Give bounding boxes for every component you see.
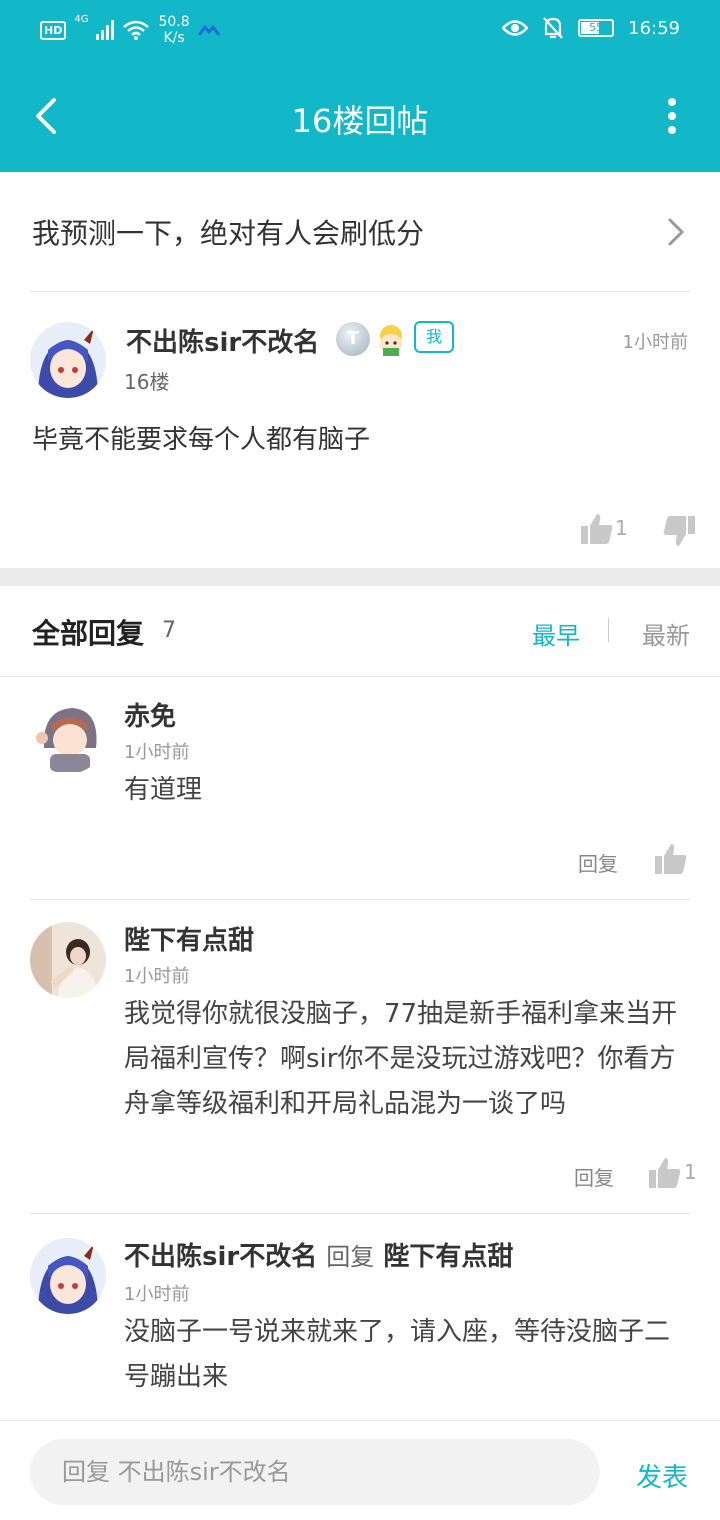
battery-icon: 55 bbox=[578, 19, 615, 37]
divider bbox=[30, 1213, 690, 1214]
reply-username-line: 不出陈sir不改名 回复 陛下有点甜 bbox=[124, 1236, 513, 1273]
replies-count: 7 bbox=[162, 618, 176, 643]
divider bbox=[30, 899, 690, 900]
chevron-right-icon bbox=[668, 218, 685, 246]
avatar-image bbox=[30, 322, 106, 398]
status-left: HD 4G 50.8 K/s bbox=[40, 14, 220, 46]
more-options-icon[interactable] bbox=[662, 96, 682, 136]
divider bbox=[30, 291, 690, 292]
thumbs-down-icon[interactable] bbox=[662, 514, 696, 548]
topic-title: 我预测一下，绝对有人会刷低分 bbox=[32, 217, 425, 250]
reply-username[interactable]: 赤免 bbox=[124, 696, 176, 733]
character-badge-icon bbox=[380, 325, 402, 356]
divider bbox=[0, 676, 720, 677]
avatar[interactable] bbox=[30, 322, 106, 398]
speed-value: 50.8 bbox=[158, 14, 190, 30]
sort-earliest-tab[interactable]: 最早 bbox=[532, 616, 580, 651]
avatar-image bbox=[30, 922, 106, 998]
app-header: 16楼回帖 bbox=[0, 62, 720, 172]
page-title: 16楼回帖 bbox=[291, 102, 429, 140]
avatar[interactable] bbox=[30, 922, 106, 998]
post-content: 毕竟不能要求每个人都有脑子 bbox=[32, 425, 371, 455]
reply-to-username[interactable]: 陛下有点甜 bbox=[383, 1242, 513, 1272]
mute-bell-icon bbox=[543, 17, 563, 39]
post-username[interactable]: 不出陈sir不改名 bbox=[126, 322, 319, 359]
reply-time: 1小时前 bbox=[124, 1284, 190, 1305]
avatar[interactable] bbox=[30, 1238, 106, 1314]
clock: 16:59 bbox=[628, 17, 680, 39]
reply-username[interactable]: 陛下有点甜 bbox=[124, 920, 254, 957]
reply-content: 有道理 bbox=[124, 775, 203, 805]
post-time: 1小时前 bbox=[622, 332, 688, 353]
eye-icon bbox=[502, 20, 529, 36]
thumbs-up-icon[interactable] bbox=[580, 512, 614, 546]
send-button[interactable]: 发表 bbox=[636, 1457, 688, 1494]
avatar-image bbox=[30, 698, 106, 774]
wifi-icon bbox=[123, 20, 150, 40]
speed-unit: K/s bbox=[163, 30, 185, 46]
status-bar: HD 4G 50.8 K/s 55 16:59 bbox=[0, 0, 720, 62]
reply-like-count: 1 bbox=[684, 1160, 697, 1184]
reply-username[interactable]: 不出陈sir不改名 bbox=[124, 1242, 317, 1272]
reply-to-word: 回复 bbox=[326, 1243, 375, 1271]
me-badge: 我 bbox=[414, 321, 454, 353]
network-type: 4G bbox=[74, 14, 89, 25]
hd-indicator: HD bbox=[40, 20, 67, 40]
reply-content: 我觉得你就很没脑子，77抽是新手福利拿来当开局福利宣传？啊sir你不是没玩过游戏… bbox=[124, 999, 678, 1119]
battery-level: 55 bbox=[589, 21, 604, 34]
avatar-image bbox=[30, 1238, 106, 1314]
reply-content: 没脑子一号说来就来了，请入座，等待没脑子二号蹦出来 bbox=[124, 1317, 671, 1392]
reply-button[interactable]: 回复 bbox=[574, 1162, 614, 1191]
sort-separator bbox=[608, 618, 609, 642]
section-separator bbox=[0, 568, 720, 586]
app-notification-icon bbox=[197, 24, 220, 36]
floor-number: 16楼 bbox=[124, 370, 170, 394]
reply-composer: 发表 bbox=[0, 1420, 720, 1520]
original-topic-link[interactable]: 我预测一下，绝对有人会刷低分 bbox=[0, 172, 720, 292]
network-speed: 50.8 K/s bbox=[158, 14, 189, 46]
sort-newest-tab[interactable]: 最新 bbox=[642, 616, 690, 651]
avatar[interactable] bbox=[30, 698, 106, 774]
reply-input[interactable] bbox=[30, 1439, 600, 1505]
reply-time: 1小时前 bbox=[124, 966, 190, 987]
reply-time: 1小时前 bbox=[124, 742, 190, 763]
post-like-count: 1 bbox=[615, 516, 628, 540]
status-right: 55 16:59 bbox=[502, 16, 680, 40]
thumbs-up-icon[interactable] bbox=[648, 1156, 682, 1190]
level-badge: T bbox=[336, 322, 370, 356]
thumbs-up-icon[interactable] bbox=[654, 842, 688, 876]
signal-icon bbox=[96, 20, 115, 40]
all-replies-title: 全部回复 bbox=[32, 617, 145, 650]
reply-button[interactable]: 回复 bbox=[578, 848, 618, 877]
